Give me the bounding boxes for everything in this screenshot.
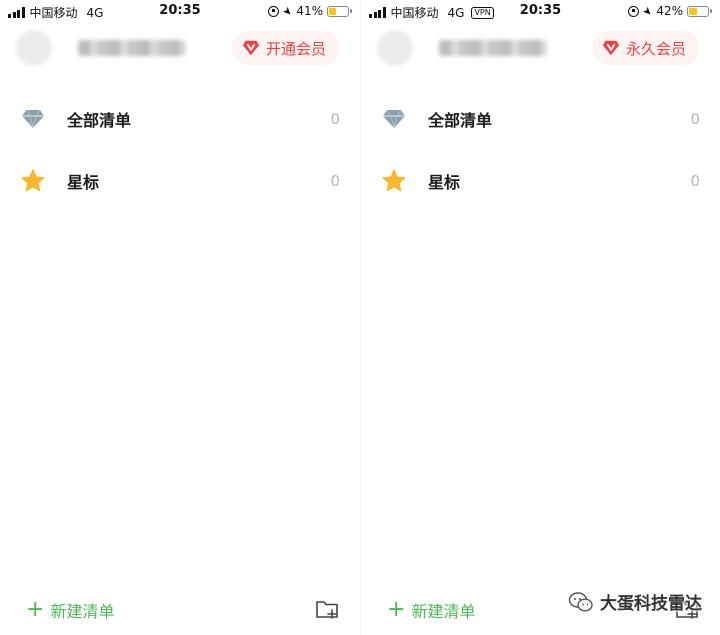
star-icon [381,168,407,194]
location-icon: ➤ [279,3,296,19]
network-type: 4G [447,5,465,20]
plus-icon: + [26,597,45,622]
orientation-lock-icon [268,5,280,17]
new-list-label: 新建清单 [50,602,115,621]
star-icon [20,168,46,194]
new-folder-icon[interactable] [314,596,340,622]
carrier-label: 中国移动 [390,6,439,20]
signal-icon [369,7,386,18]
list-item-count: 0 [690,110,700,128]
vip-badge-icon [242,40,260,56]
avatar[interactable] [16,30,52,66]
username-blurred[interactable] [439,40,547,56]
vip-button[interactable]: 开通会员 [231,31,340,65]
new-list-label: 新建清单 [411,602,476,621]
bottom-toolbar: + 新建清单 [361,590,720,630]
diamond-icon [20,106,46,132]
list-item-label: 星标 [67,173,100,192]
status-bar: 中国移动 4G VPN 20:35 ➤ 42% [361,0,720,24]
carrier-label: 中国移动 [29,6,78,20]
new-list-button[interactable]: + 新建清单 [387,598,475,622]
vip-label: 开通会员 [265,39,326,58]
list-item-all[interactable]: 全部清单 0 [361,88,720,150]
list-item-count: 0 [330,110,340,128]
list-item-label: 全部清单 [67,111,132,130]
orientation-lock-icon [628,5,640,17]
battery-icon [327,5,352,17]
battery-fill [329,7,337,15]
battery-percent: 42% [656,4,683,18]
battery-icon [687,5,712,17]
new-list-button[interactable]: + 新建清单 [26,598,114,622]
vip-badge-icon [602,40,620,56]
screen-right: 中国移动 4G VPN 20:35 ➤ 42% 永久会员 全部清单 0 星标 0… [360,0,720,635]
profile-header: 永久会员 [361,26,720,72]
list-item-all[interactable]: 全部清单 0 [0,88,360,150]
list-item-count: 0 [690,172,700,190]
username-blurred[interactable] [78,40,186,56]
list-item-starred[interactable]: 星标 0 [361,150,720,212]
list-item-label: 全部清单 [428,111,493,130]
vip-button[interactable]: 永久会员 [591,31,700,65]
new-folder-icon[interactable] [674,596,700,622]
vip-label: 永久会员 [625,39,686,58]
plus-icon: + [387,597,406,622]
list-menu: 全部清单 0 星标 0 [361,88,720,212]
list-item-starred[interactable]: 星标 0 [0,150,360,212]
diamond-icon [381,106,407,132]
screen-left: 中国移动 4G 20:35 ➤ 41% 开通会员 全部清单 0 星标 0 + 新… [0,0,360,635]
status-bar: 中国移动 4G 20:35 ➤ 41% [0,0,360,24]
bottom-toolbar: + 新建清单 [0,590,360,630]
network-type: 4G [86,5,104,20]
battery-fill [689,7,697,15]
vpn-badge: VPN [471,6,494,19]
avatar[interactable] [377,30,413,66]
battery-percent: 41% [296,4,323,18]
signal-icon [8,7,25,18]
list-item-count: 0 [330,172,340,190]
location-icon: ➤ [639,3,656,19]
profile-header: 开通会员 [0,26,360,72]
list-item-label: 星标 [428,173,461,192]
list-menu: 全部清单 0 星标 0 [0,88,360,212]
